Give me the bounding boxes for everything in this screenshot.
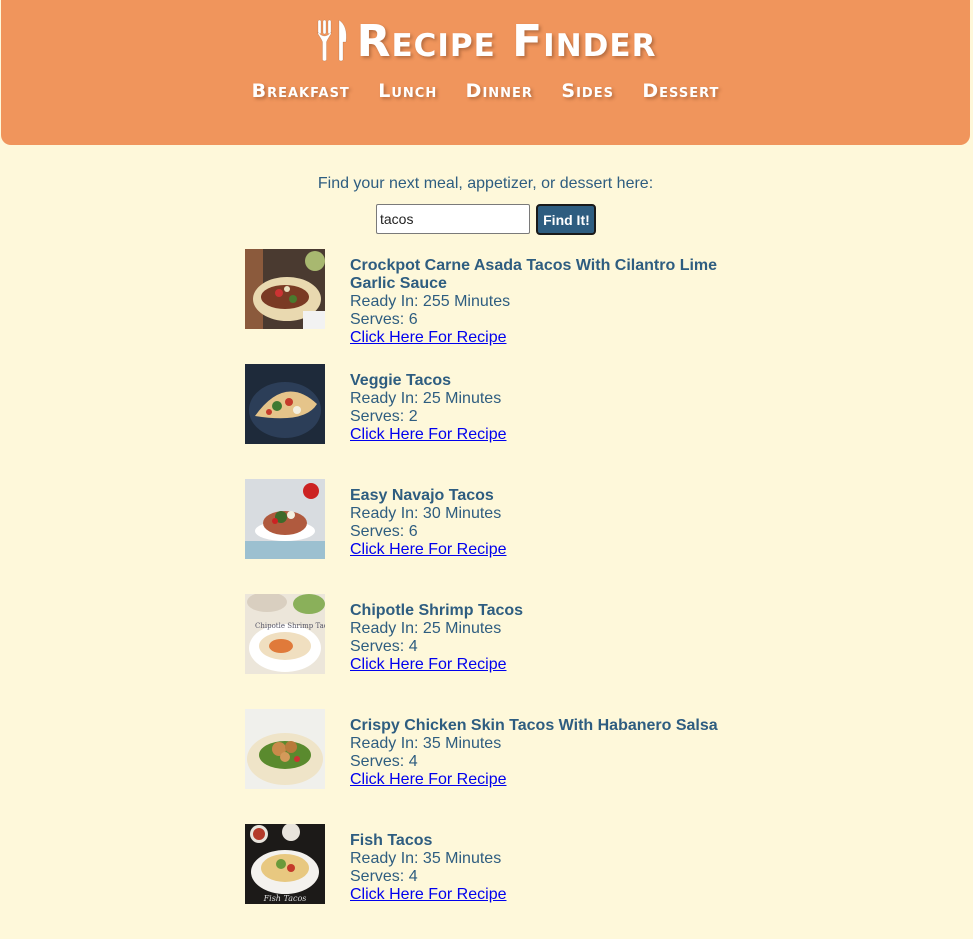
recipe-item: Crockpot Carne Asada Tacos With Cilantro… (245, 249, 765, 364)
recipe-ready-time: Ready In: 30 Minutes (350, 505, 502, 522)
site-brand[interactable]: Recipe Finder (1, 16, 970, 74)
fork-knife-icon (315, 18, 351, 74)
recipe-servings: Serves: 4 (350, 868, 418, 885)
recipe-link[interactable]: Click Here For Recipe (350, 656, 506, 673)
results-list: Crockpot Carne Asada Tacos With Cilantro… (245, 249, 765, 939)
recipe-info: Easy Navajo Tacos Ready In: 30 Minutes S… (350, 487, 750, 559)
site-title: Recipe Finder (356, 16, 657, 67)
recipe-info: Crockpot Carne Asada Tacos With Cilantro… (350, 257, 750, 347)
recipe-servings: Serves: 6 (350, 523, 418, 540)
recipe-info: Veggie Tacos Ready In: 25 Minutes Serves… (350, 372, 750, 444)
search-input[interactable] (376, 204, 530, 234)
recipe-item: Easy Navajo Tacos Ready In: 30 Minutes S… (245, 479, 765, 594)
recipe-info: Chipotle Shrimp Tacos Ready In: 25 Minut… (350, 602, 750, 674)
recipe-info: Crispy Chicken Skin Tacos With Habanero … (350, 717, 750, 789)
recipe-item: Fish Tacos Fish Tacos Ready In: 35 Minut… (245, 824, 765, 939)
recipe-ready-time: Ready In: 255 Minutes (350, 293, 511, 310)
nav-dessert[interactable]: Dessert (642, 80, 719, 102)
find-it-button[interactable]: Find It! (536, 204, 597, 235)
site-header: Recipe Finder Breakfast Lunch Dinner Sid… (1, 0, 970, 145)
search-form: Find It! (376, 204, 597, 235)
recipe-title: Crockpot Carne Asada Tacos With Cilantro… (350, 257, 718, 292)
recipe-ready-time: Ready In: 25 Minutes (350, 390, 502, 407)
recipe-thumbnail: Fish Tacos (245, 824, 325, 904)
nav-dinner[interactable]: Dinner (466, 80, 533, 102)
recipe-title: Fish Tacos (350, 832, 433, 849)
recipe-info: Fish Tacos Ready In: 35 Minutes Serves: … (350, 832, 750, 904)
recipe-link[interactable]: Click Here For Recipe (350, 426, 506, 443)
recipe-thumbnail (245, 249, 325, 329)
recipe-ready-time: Ready In: 35 Minutes (350, 735, 502, 752)
recipe-link[interactable]: Click Here For Recipe (350, 329, 506, 346)
recipe-item: Veggie Tacos Ready In: 25 Minutes Serves… (245, 364, 765, 479)
recipe-thumbnail (245, 364, 325, 444)
recipe-servings: Serves: 4 (350, 638, 418, 655)
recipe-ready-time: Ready In: 25 Minutes (350, 620, 502, 637)
svg-text:Chipotle Shrimp Tacos: Chipotle Shrimp Tacos (255, 622, 325, 630)
recipe-item: Crispy Chicken Skin Tacos With Habanero … (245, 709, 765, 824)
recipe-title: Veggie Tacos (350, 372, 452, 389)
search-prompt: Find your next meal, appetizer, or desse… (317, 175, 654, 192)
recipe-servings: Serves: 6 (350, 311, 418, 328)
recipe-link[interactable]: Click Here For Recipe (350, 771, 506, 788)
recipe-servings: Serves: 2 (350, 408, 418, 425)
svg-text:Fish Tacos: Fish Tacos (263, 894, 307, 903)
recipe-item: Chipotle Shrimp Tacos Chipotle Shrimp Ta… (245, 594, 765, 709)
recipe-link[interactable]: Click Here For Recipe (350, 541, 506, 558)
nav-breakfast[interactable]: Breakfast (252, 80, 350, 102)
recipe-thumbnail (245, 479, 325, 559)
recipe-thumbnail: Chipotle Shrimp Tacos (245, 594, 325, 674)
recipe-title: Crispy Chicken Skin Tacos With Habanero … (350, 717, 718, 734)
recipe-thumbnail (245, 709, 325, 789)
recipe-title: Easy Navajo Tacos (350, 487, 494, 504)
recipe-title: Chipotle Shrimp Tacos (350, 602, 524, 619)
category-nav: Breakfast Lunch Dinner Sides Dessert (1, 80, 970, 102)
recipe-ready-time: Ready In: 35 Minutes (350, 850, 502, 867)
nav-lunch[interactable]: Lunch (378, 80, 437, 102)
nav-sides[interactable]: Sides (561, 80, 614, 102)
recipe-servings: Serves: 4 (350, 753, 418, 770)
recipe-link[interactable]: Click Here For Recipe (350, 886, 506, 903)
